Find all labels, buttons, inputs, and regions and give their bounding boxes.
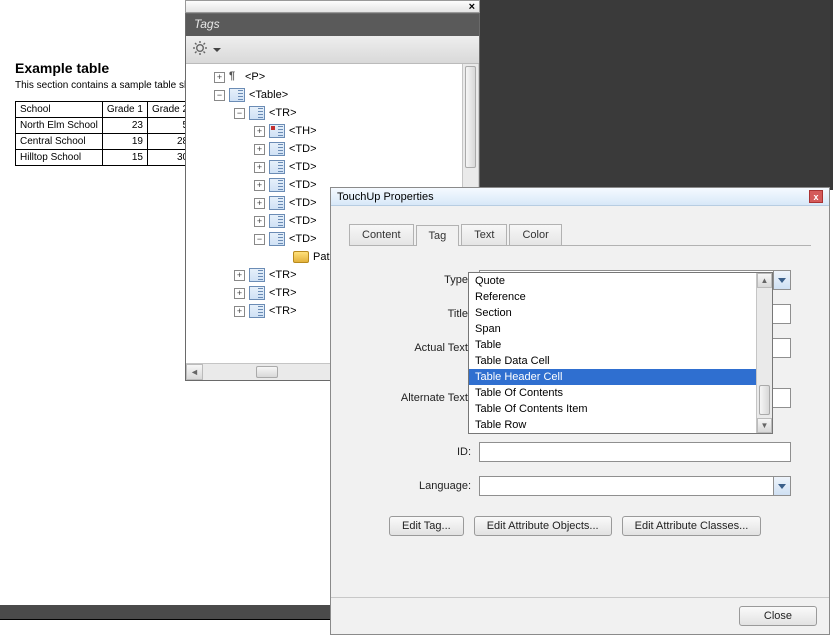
status-strip (0, 605, 335, 619)
dropdown-option[interactable]: Reference (469, 289, 772, 305)
expand-icon[interactable]: + (254, 144, 265, 155)
table-cell-icon (269, 142, 285, 156)
table-row-icon (249, 268, 265, 282)
dropdown-option[interactable]: Table Row (469, 417, 772, 433)
paragraph-icon: ¶ (229, 70, 241, 84)
gear-icon[interactable] (192, 40, 208, 59)
dropdown-option-selected[interactable]: Table Header Cell (469, 369, 772, 385)
tab-text[interactable]: Text (461, 224, 507, 245)
folder-icon (293, 251, 309, 263)
table-icon (229, 88, 245, 102)
tags-panel-header: Tags (186, 14, 479, 36)
tree-node-th[interactable]: + <TH> (186, 122, 478, 140)
table-cell-icon (269, 178, 285, 192)
col-header: Grade 1 (102, 102, 147, 118)
table-row-icon (249, 304, 265, 318)
touchup-properties-dialog: TouchUp Properties x Content Tag Text Co… (330, 187, 830, 635)
table-cell-icon (269, 160, 285, 174)
panel-top-bar: × (185, 0, 480, 13)
col-header: School (16, 102, 103, 118)
dropdown-option[interactable]: Span (469, 321, 772, 337)
table-row: School Grade 1 Grade 2 Gr (16, 102, 213, 118)
edit-tag-button[interactable]: Edit Tag... (389, 516, 464, 536)
collapse-icon[interactable]: − (254, 234, 265, 245)
table-cell-icon (269, 232, 285, 246)
type-label: Type: (369, 274, 479, 286)
tree-node-table[interactable]: − <Table> (186, 86, 478, 104)
chevron-down-icon[interactable] (773, 271, 790, 289)
table-cell-icon (269, 214, 285, 228)
tree-node-p[interactable]: + ¶ <P> (186, 68, 478, 86)
chevron-down-icon[interactable] (773, 477, 790, 495)
scroll-thumb[interactable] (256, 366, 278, 378)
expand-icon[interactable]: + (254, 162, 265, 173)
close-button[interactable]: Close (739, 606, 817, 626)
id-input[interactable] (479, 442, 791, 462)
edit-attribute-classes-button[interactable]: Edit Attribute Classes... (622, 516, 762, 536)
tags-toolbar (186, 36, 479, 64)
tree-node-tr[interactable]: − <TR> (186, 104, 478, 122)
expand-icon[interactable]: + (254, 216, 265, 227)
dropdown-option[interactable]: Table Of Contents Item (469, 401, 772, 417)
expand-icon[interactable]: + (234, 306, 245, 317)
close-icon[interactable]: × (469, 1, 475, 13)
tree-node-td[interactable]: + <TD> (186, 158, 478, 176)
table-row-icon (249, 286, 265, 300)
edit-attribute-objects-button[interactable]: Edit Attribute Objects... (474, 516, 612, 536)
alternate-text-label: Alternate Text: (369, 392, 479, 404)
title-label: Title: (369, 308, 479, 320)
dropdown-option[interactable]: Table Of Contents (469, 385, 772, 401)
dropdown-option[interactable]: Section (469, 305, 772, 321)
language-label: Language: (369, 480, 479, 492)
collapse-icon[interactable]: − (234, 108, 245, 119)
table-row: North Elm School 23 5 (16, 118, 213, 134)
dropdown-scrollbar[interactable]: ▲ ▼ (756, 273, 772, 433)
tab-panel-tag: Type: Table Data Cell Title: Actual Text… (349, 245, 811, 546)
scroll-up-icon[interactable]: ▲ (757, 273, 772, 288)
dropdown-option[interactable]: Quote (469, 273, 772, 289)
expand-icon[interactable]: + (234, 270, 245, 281)
tab-tag[interactable]: Tag (416, 225, 460, 246)
table-row-icon (249, 106, 265, 120)
type-dropdown-list[interactable]: Quote Reference Section Span Table Table… (468, 272, 773, 434)
chevron-down-icon[interactable] (213, 48, 221, 52)
tab-strip: Content Tag Text Color (349, 224, 811, 245)
tab-content[interactable]: Content (349, 224, 414, 245)
expand-icon[interactable]: + (254, 180, 265, 191)
dropdown-option[interactable]: Table Data Cell (469, 353, 772, 369)
expand-icon[interactable]: + (214, 72, 225, 83)
expand-icon[interactable]: + (234, 288, 245, 299)
collapse-icon[interactable]: − (214, 90, 225, 101)
scroll-down-icon[interactable]: ▼ (757, 418, 772, 433)
dialog-titlebar[interactable]: TouchUp Properties x (331, 188, 829, 206)
dropdown-option[interactable]: Table (469, 337, 772, 353)
tab-color[interactable]: Color (509, 224, 561, 245)
expand-icon[interactable]: + (254, 126, 265, 137)
close-icon[interactable]: x (809, 190, 823, 203)
scroll-left-icon[interactable]: ◄ (186, 364, 203, 380)
actual-text-label: Actual Text: (369, 342, 479, 354)
expand-icon[interactable]: + (254, 198, 265, 209)
example-table: School Grade 1 Grade 2 Gr North Elm Scho… (15, 101, 213, 166)
dialog-footer: Close (331, 597, 829, 634)
table-cell-icon (269, 196, 285, 210)
table-row: Central School 19 28 (16, 134, 213, 150)
scroll-thumb[interactable] (759, 385, 770, 415)
table-row: Hilltop School 15 30 (16, 150, 213, 166)
table-header-icon (269, 124, 285, 138)
language-combobox[interactable] (479, 476, 791, 496)
dialog-title: TouchUp Properties (337, 191, 434, 203)
tree-node-td[interactable]: + <TD> (186, 140, 478, 158)
id-label: ID: (369, 446, 479, 458)
